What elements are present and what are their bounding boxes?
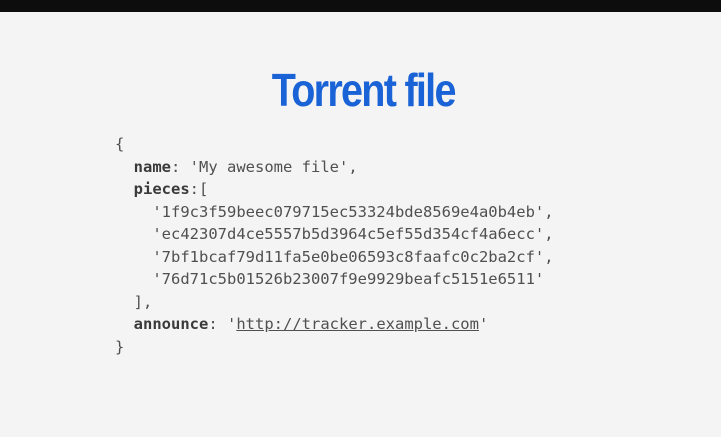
pieces-open-bracket: [ [199,180,209,198]
code-line-name: name: 'My awesome file', [133,157,358,176]
name-value: 'My awesome file' [189,157,349,176]
open-brace: { [115,135,125,153]
announce-quote-close: ' [478,315,489,333]
code-line-piece: '7bf1bcaf79d11fa5e0be06593c8faafc0c2ba2c… [115,246,554,269]
code-block: { name: 'My awesome file', pieces:[ '1f9… [115,133,554,358]
code-line-open-brace: { [115,133,554,156]
announce-quote-open: ' [227,315,237,333]
announce-url-link[interactable]: http://tracker.example.com [236,315,479,333]
code-line-piece: 'ec42307d4ce5557b5d3964c5ef55d354cf4a6ec… [115,223,554,246]
piece-hash: '1f9c3f59beec079715ec53324bde8569e4a0b4e… [152,202,554,221]
pieces-close-bracket: ], [133,292,153,311]
piece-hash: '76d71c5b01526b23007f9e9929beafc5151e651… [152,270,545,288]
pieces-key: pieces [133,180,190,198]
code-line-close-brace: } [115,336,554,359]
code-line-pieces-close: ], [115,291,554,314]
code-line-pieces: pieces:[ [133,180,209,198]
code-line-announce: announce: 'http://tracker.example.com' [133,315,489,333]
code-line-piece: '1f9c3f59beec079715ec53324bde8569e4a0b4e… [115,201,554,224]
piece-hash: '7bf1bcaf79d11fa5e0be06593c8faafc0c2ba2c… [152,247,554,266]
name-key: name [133,157,171,176]
piece-hash: 'ec42307d4ce5557b5d3964c5ef55d354cf4a6ec… [152,225,554,243]
slide: Torrent file { name: 'My awesome file', … [0,12,721,437]
close-brace: } [115,337,125,356]
announce-key: announce [133,315,209,333]
slide-title: Torrent file [271,64,457,116]
window-top-bar [0,0,721,12]
code-line-piece: '76d71c5b01526b23007f9e9929beafc5151e651… [115,268,554,291]
